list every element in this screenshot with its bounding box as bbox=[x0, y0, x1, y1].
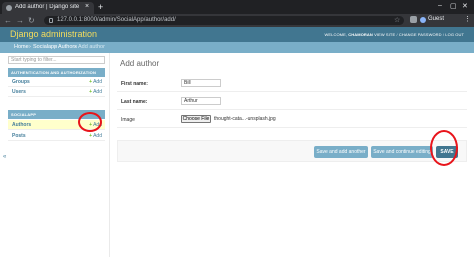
model-link-users[interactable]: Users bbox=[12, 89, 26, 95]
submit-row: Save and add another Save and continue e… bbox=[117, 140, 467, 162]
filter-placeholder: Start typing to filter... bbox=[11, 57, 57, 63]
user-tools: WELCOME, CHAMORAN VIEW SITE / CHANGE PAS… bbox=[324, 32, 464, 37]
model-link-groups[interactable]: Groups bbox=[12, 79, 30, 85]
form-row-first-name: First name: Bill bbox=[117, 75, 467, 92]
page-title: Add author bbox=[120, 59, 160, 68]
url-input[interactable]: 127.0.0.1:8000/admin/SocialApp/author/ad… bbox=[44, 16, 404, 25]
add-users-link[interactable]: +Add bbox=[89, 89, 102, 95]
first-name-field[interactable]: Bill bbox=[181, 79, 221, 87]
address-bar-row: ← → ↻ 127.0.0.1:8000/admin/SocialApp/aut… bbox=[0, 14, 474, 27]
change-password-link[interactable]: CHANGE PASSWORD bbox=[399, 32, 442, 37]
separator: / bbox=[396, 32, 398, 37]
breadcrumb: Home › Socialapp › Authors › Add author bbox=[0, 42, 474, 53]
sidebar-item-users: Users +Add bbox=[8, 87, 105, 97]
annotation-circle-add bbox=[78, 112, 102, 132]
reload-icon[interactable]: ↻ bbox=[28, 16, 35, 25]
plus-icon: + bbox=[89, 79, 93, 85]
selected-file-name: thought-cata...-unsplash.jpg bbox=[214, 116, 276, 122]
back-icon[interactable]: ← bbox=[4, 16, 12, 25]
profile-label[interactable]: Guest bbox=[428, 16, 444, 22]
plus-icon: + bbox=[89, 133, 93, 139]
save-and-add-another-button[interactable]: Save and add another bbox=[314, 146, 368, 158]
model-link-authors[interactable]: Authors bbox=[12, 122, 31, 128]
forward-icon[interactable]: → bbox=[16, 16, 24, 25]
bookmark-star-icon[interactable]: ☆ bbox=[394, 16, 400, 24]
kebab-menu-icon[interactable]: ⋮ bbox=[464, 15, 471, 23]
welcome-text: WELCOME, bbox=[324, 32, 348, 37]
globe-icon bbox=[6, 5, 12, 11]
separator: / bbox=[442, 32, 445, 37]
model-link-posts[interactable]: Posts bbox=[12, 133, 26, 139]
first-name-label: First name: bbox=[121, 81, 148, 87]
breadcrumb-separator: › bbox=[54, 44, 56, 50]
app-caption-label: SOCIALAPP bbox=[11, 112, 37, 117]
form-row-image: Image Choose File thought-cata...-unspla… bbox=[117, 111, 467, 128]
sidebar-item-posts: Posts +Add bbox=[8, 131, 105, 141]
admin-header: Django administration WELCOME, CHAMORAN … bbox=[0, 27, 474, 42]
nav-sidebar: Start typing to filter... AUTHENTICATION… bbox=[0, 53, 110, 257]
add-groups-link[interactable]: +Add bbox=[89, 79, 102, 85]
avatar[interactable] bbox=[420, 17, 426, 23]
image-label: Image bbox=[121, 117, 135, 123]
breadcrumb-separator: › bbox=[74, 44, 76, 50]
breadcrumb-current: Add author bbox=[78, 44, 105, 50]
last-name-label: Last name: bbox=[121, 99, 148, 105]
save-and-continue-button[interactable]: Save and continue editing bbox=[371, 146, 433, 158]
breadcrumb-home[interactable]: Home bbox=[14, 44, 29, 50]
minimize-icon[interactable]: – bbox=[438, 2, 442, 9]
app-caption-label: AUTHENTICATION AND AUTHORIZATION bbox=[11, 70, 97, 75]
filter-input[interactable]: Start typing to filter... bbox=[8, 56, 105, 64]
url-text: 127.0.0.1:8000/admin/SocialApp/author/ad… bbox=[57, 17, 176, 23]
log-out-link[interactable]: LOG OUT bbox=[445, 32, 464, 37]
last-name-field[interactable]: Arthur bbox=[181, 97, 221, 105]
choose-file-button[interactable]: Choose File bbox=[181, 115, 211, 123]
form-row-last-name: Last name: Arthur bbox=[117, 93, 467, 110]
view-site-link[interactable]: VIEW SITE bbox=[374, 32, 395, 37]
plus-icon: + bbox=[89, 89, 93, 95]
add-posts-link[interactable]: +Add bbox=[89, 133, 102, 139]
tab-title: Add author | Django site bbox=[15, 4, 80, 10]
new-tab-icon[interactable]: + bbox=[98, 2, 103, 12]
browser-tab[interactable]: Add author | Django site × bbox=[2, 2, 94, 14]
browser-tab-bar: Add author | Django site × + – ▢ ✕ bbox=[0, 0, 474, 14]
site-branding[interactable]: Django administration bbox=[10, 29, 97, 39]
info-icon[interactable] bbox=[49, 18, 53, 23]
username: CHAMORAN bbox=[348, 32, 373, 37]
app-caption-auth[interactable]: AUTHENTICATION AND AUTHORIZATION bbox=[8, 68, 105, 77]
breadcrumb-separator: › bbox=[29, 44, 31, 50]
extensions-icon[interactable] bbox=[410, 16, 417, 23]
toggle-sidebar-icon[interactable]: « bbox=[3, 154, 6, 160]
close-tab-icon[interactable]: × bbox=[85, 3, 89, 10]
close-window-icon[interactable]: ✕ bbox=[462, 2, 468, 10]
sidebar-item-groups: Groups +Add bbox=[8, 77, 105, 87]
maximize-icon[interactable]: ▢ bbox=[450, 2, 457, 10]
annotation-circle-save bbox=[430, 130, 458, 166]
